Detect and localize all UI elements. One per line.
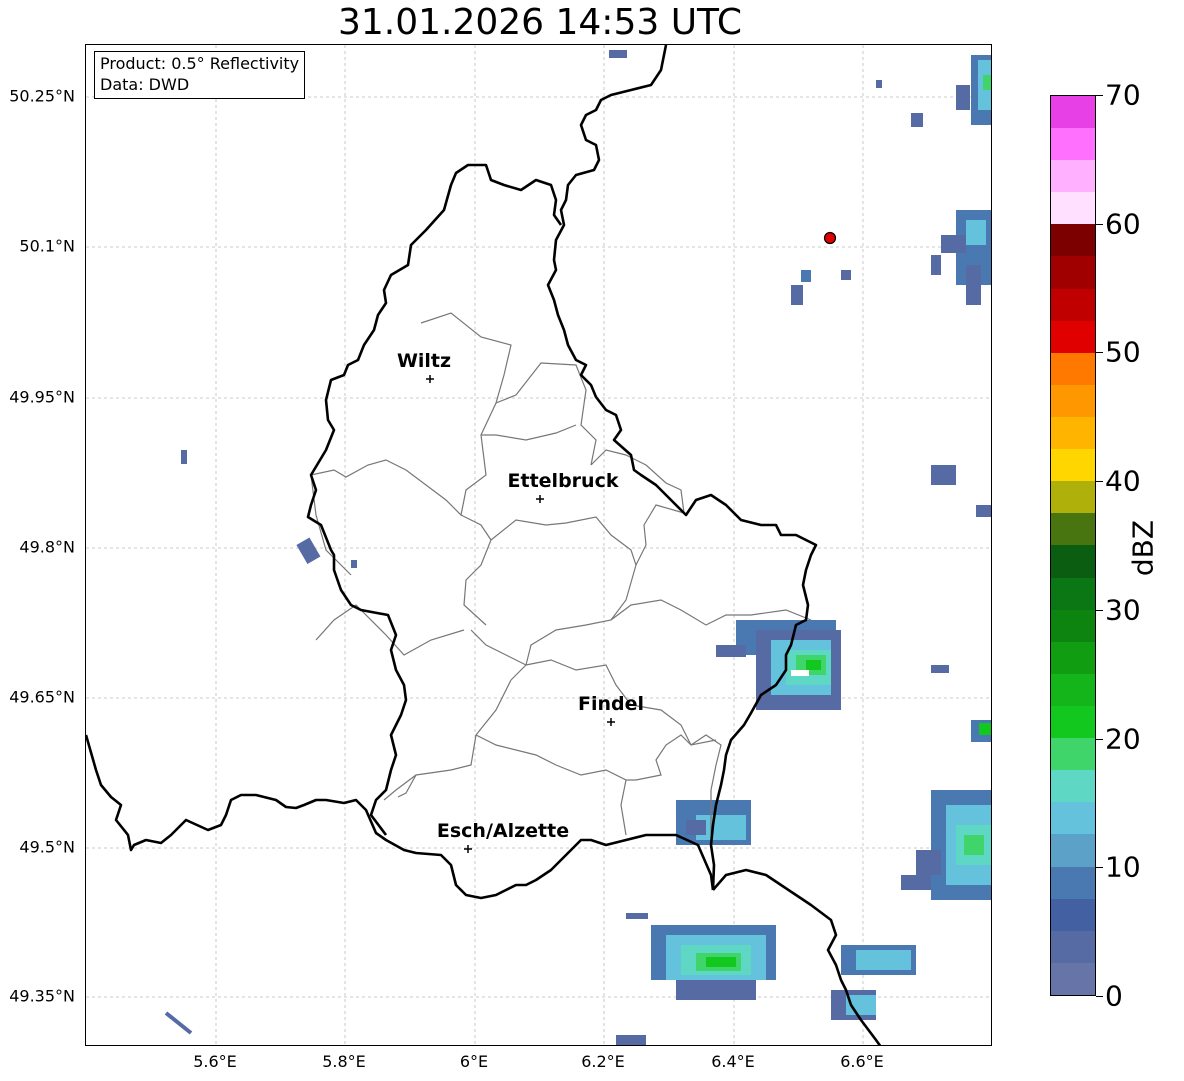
radar-site-marker [823,231,837,245]
colorbar-segment [1051,577,1095,610]
colorbar-segment [1051,609,1095,642]
colorbar-segment [1051,384,1095,418]
lat-tick-label: 49.8°N [19,537,75,557]
colorbar-segment [1051,738,1095,771]
radar-map [86,45,991,1045]
colorbar-tick-label: 30 [1105,593,1141,627]
colorbar-tick-label: 50 [1105,335,1141,369]
echo-cluster-east [716,620,949,710]
lat-tick-label: 50.1°N [19,236,75,256]
colorbar-segment [1051,449,1095,482]
colorbar [1050,95,1096,996]
echo-cluster-ne [791,55,991,305]
city-label-ettelbruck: Ettelbruck [507,470,619,492]
lon-tick-label: 6.6°E [840,1052,884,1071]
product-label: Product: 0.5° Reflectivity [100,54,300,73]
colorbar-segment [1051,866,1095,899]
colorbar-segment [1051,930,1095,963]
colorbar-segment [1051,545,1095,578]
colorbar-tick [1096,867,1103,869]
lon-tick-label: 5.8°E [322,1052,366,1071]
colorbar-segment [1051,706,1095,739]
city-markers [426,375,615,853]
colorbar-segment [1051,160,1095,193]
colorbar-tick-label: 60 [1105,207,1141,241]
colorbar-segment [1051,288,1095,321]
colorbar-segment [1051,513,1095,546]
lon-tick-label: 6.2°E [581,1052,625,1071]
colorbar-segment [1051,128,1095,161]
city-marker-ettelbruck [536,495,544,503]
colorbar-segment [1051,224,1095,257]
colorbar-segment [1051,352,1095,385]
echo-cluster-se [901,790,991,900]
colorbar-segment [1051,417,1095,450]
colorbar-segment [1051,898,1095,931]
colorbar-tick [1096,352,1103,354]
radar-echoes [164,50,991,1045]
colorbar-tick [1096,609,1103,611]
colorbar-tick-label: 40 [1105,464,1141,498]
colorbar-segment [1051,802,1095,835]
lat-tick-label: 49.35°N [9,986,75,1006]
map-title: 31.01.2026 14:53 UTC [337,2,743,43]
colorbar-tick [1096,223,1103,225]
echo-cluster-south [616,800,916,1045]
gridlines [86,45,991,1045]
colorbar-tick-label: 70 [1105,78,1141,112]
city-label-esch: Esch/Alzette [436,820,570,842]
colorbar-tick-label: 20 [1105,722,1141,756]
lon-tick-label: 6°E [459,1052,489,1071]
national-borders [86,45,882,1045]
colorbar-tick [1096,738,1103,740]
source-label: Data: DWD [100,75,190,94]
city-label-wiltz: Wiltz [396,350,452,372]
colorbar-segment [1051,95,1095,129]
radar-map-panel[interactable] [85,44,992,1046]
lat-tick-label: 49.95°N [9,387,75,407]
lat-tick-label: 49.65°N [9,687,75,707]
lon-tick-label: 6.4°E [711,1052,755,1071]
colorbar-segment [1051,770,1095,803]
colorbar-segment [1051,320,1095,353]
colorbar-segment [1051,834,1095,867]
colorbar-segment [1051,641,1095,674]
colorbar-tick [1096,996,1103,997]
product-info-box: Product: 0.5° Reflectivity Data: DWD [94,51,306,99]
colorbar-tick [1096,95,1103,96]
colorbar-segment [1051,673,1095,707]
commune-borders [310,312,812,836]
colorbar-unit-label: dBZ [1126,519,1160,577]
colorbar-tick [1096,481,1103,483]
colorbar-segment [1051,481,1095,514]
colorbar-segment [1051,256,1095,289]
lon-tick-label: 5.6°E [193,1052,237,1071]
lat-tick-label: 49.5°N [19,837,75,857]
lat-tick-label: 50.25°N [9,86,75,106]
city-marker-esch [464,845,472,853]
colorbar-tick-label: 0 [1105,979,1123,1013]
city-marker-findel [607,718,615,726]
colorbar-segment [1051,192,1095,225]
city-marker-wiltz [426,375,434,383]
echo-cluster-west [164,50,627,1035]
city-label-findel: Findel [577,693,645,715]
colorbar-tick-label: 10 [1105,850,1141,884]
colorbar-segment [1051,962,1095,995]
echo-cluster-east-mid [931,465,991,742]
